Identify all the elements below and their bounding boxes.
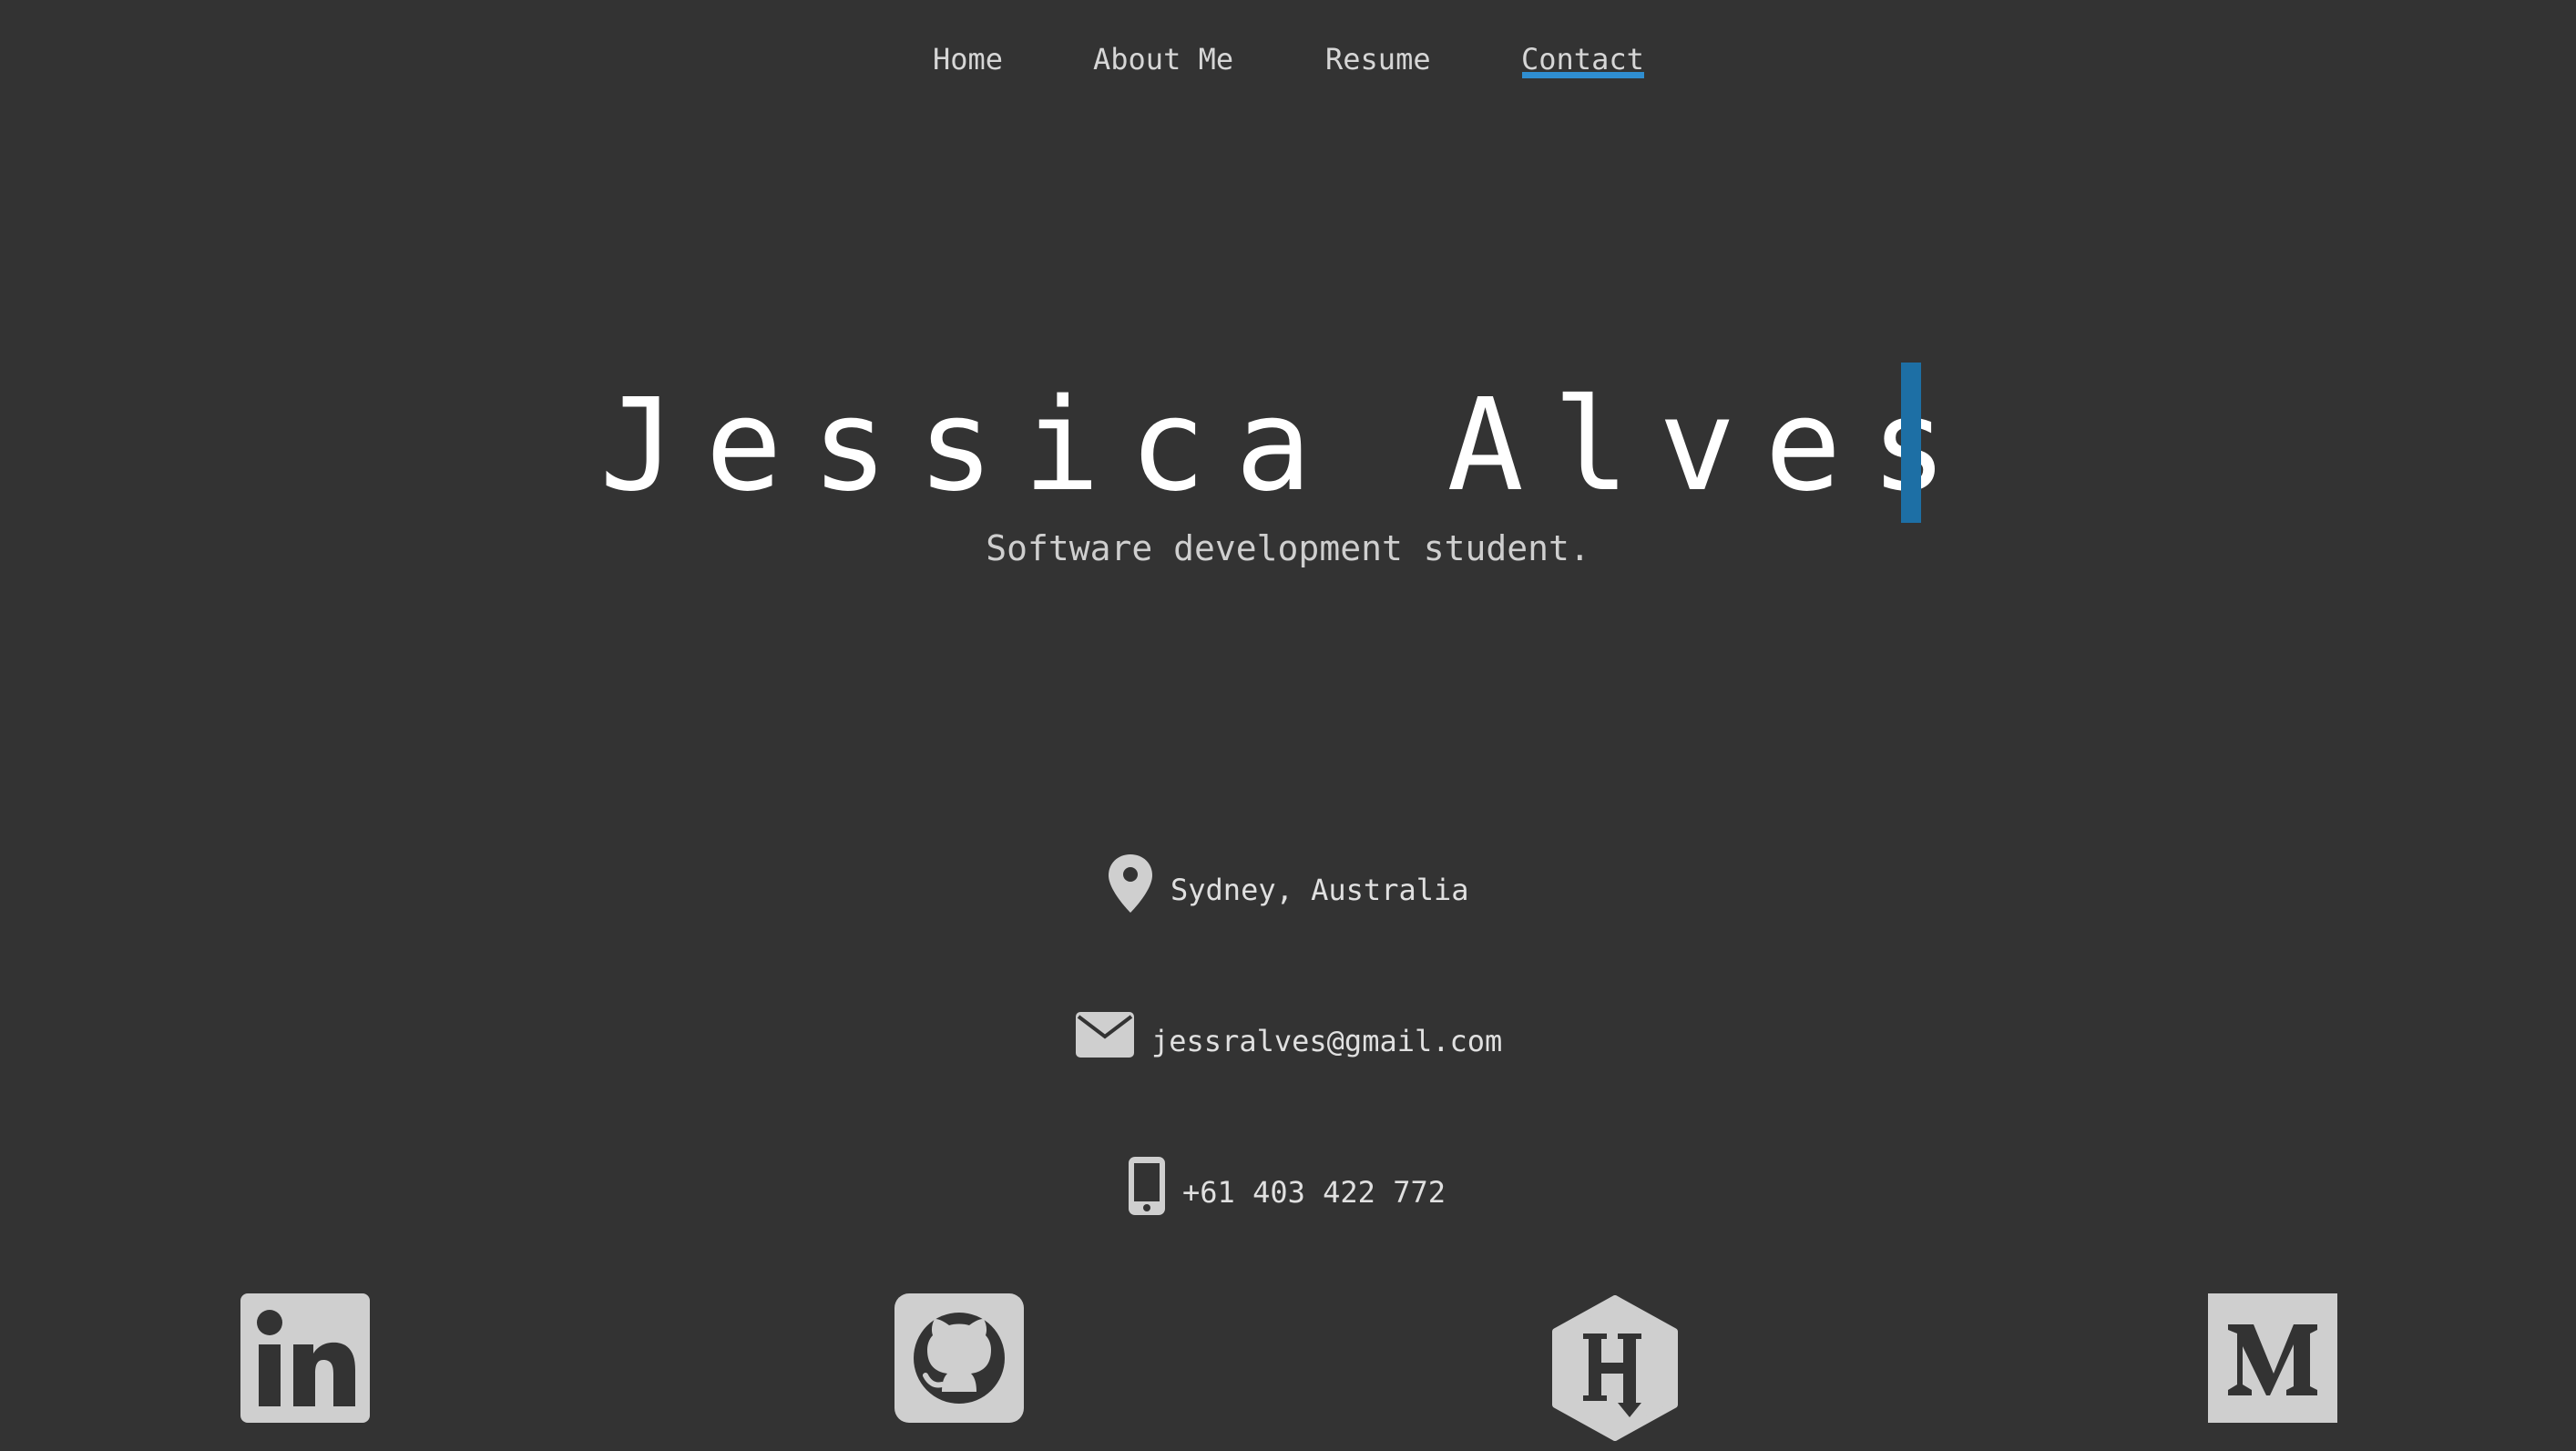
phone-text: +61 403 422 772 xyxy=(1182,1175,1446,1210)
hero-name: Jessica Alves xyxy=(599,372,1977,520)
envelope-icon xyxy=(1075,1011,1135,1058)
hero-subtitle: Software development student. xyxy=(986,528,1590,568)
email-link[interactable]: jessralves@gmail.com xyxy=(1151,1011,1502,1058)
nav-link-about-me[interactable]: About Me xyxy=(1093,36,1233,82)
top-navigation: Home About Me Resume Contact xyxy=(0,0,2576,118)
contact-page: Home About Me Resume Contact Jessica Alv… xyxy=(0,0,2576,1451)
github-icon[interactable] xyxy=(894,1293,1024,1423)
contact-email-row: jessralves@gmail.com xyxy=(0,998,2576,1071)
linkedin-icon[interactable] xyxy=(240,1293,370,1423)
contact-phone-row: +61 403 422 772 xyxy=(0,1150,2576,1222)
nav-link-home[interactable]: Home xyxy=(933,36,1003,82)
location-text: Sydney, Australia xyxy=(1170,873,1469,907)
map-pin-icon xyxy=(1107,853,1154,915)
mobile-phone-icon xyxy=(1128,1156,1166,1216)
contact-location-row: Sydney, Australia xyxy=(0,847,2576,920)
hashnode-icon[interactable] xyxy=(1547,1295,1683,1441)
nav-link-resume[interactable]: Resume xyxy=(1325,36,1431,82)
medium-icon[interactable] xyxy=(2208,1293,2337,1423)
typing-cursor xyxy=(1901,363,1921,523)
active-nav-underline xyxy=(1522,72,1644,78)
